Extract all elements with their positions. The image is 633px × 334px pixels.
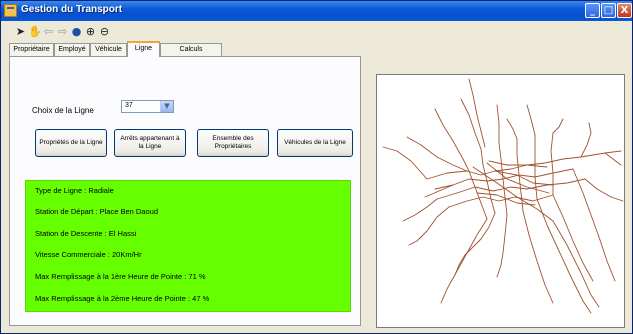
map-road [526,104,536,136]
zoom-out-icon[interactable]: ⊖ [98,25,111,38]
line-select[interactable]: 37 ▼ [121,100,174,113]
window-title: Gestion du Transport [21,4,123,15]
arrival-station-text: Station de Descente : El Hassi [35,229,137,238]
map-road [536,198,592,314]
map-road [436,178,586,200]
peak2-fill-text: Max Remplissage à la 2ème Heure de Point… [35,294,210,303]
departure-station-text: Station de Départ : Place Ben Daoud [35,207,158,216]
tab-calculs[interactable]: Calculs [160,43,222,56]
map-road [572,168,616,282]
tab-employe[interactable]: Employé [54,43,90,56]
map-road [584,178,624,202]
pan-hand-icon[interactable]: ✋ [28,25,42,38]
chevron-down-icon[interactable]: ▼ [160,101,173,112]
line-choice-label: Choix de la Ligne [32,106,94,115]
close-button[interactable]: X [617,3,632,18]
map-road [382,146,428,180]
line-info-panel: Type de Ligne : Radiale Station de Dépar… [25,180,351,312]
map-road [440,218,488,304]
map-road [552,118,564,134]
line-properties-button[interactable]: Propriétés de la Ligne [35,129,107,157]
map-road [550,132,554,196]
road-network-map[interactable] [377,75,624,327]
select-arrow-icon[interactable]: ➤ [14,25,27,38]
map-view[interactable] [376,74,625,328]
map-road [496,214,508,278]
tab-vehicule[interactable]: Véhicule [90,43,127,56]
line-type-text: Type de Ligne : Radiale [35,186,114,195]
back-arrow-icon[interactable]: ⇦ [42,25,55,38]
tab-ligne[interactable]: Ligne [127,41,160,57]
title-bar[interactable]: Gestion du Transport _ □ X [1,1,632,21]
map-road [604,152,622,166]
map-road [406,136,468,172]
minimize-button[interactable]: _ [585,3,600,18]
ligne-tab-panel: Choix de la Ligne 37 ▼ Propriétés de la … [9,56,361,326]
maximize-button[interactable]: □ [601,3,616,18]
app-window: Gestion du Transport _ □ X ➤ ✋ ⇦ ⇨ ● ⊕ ⊖… [0,0,633,334]
app-icon [4,4,17,17]
commercial-speed-text: Vitesse Commerciale : 20Km/Hr [35,250,142,259]
map-road [468,78,486,148]
map-road [434,108,464,160]
map-road [506,118,518,140]
tab-proprietaire[interactable]: Propriétaire [9,43,54,56]
peak1-fill-text: Max Remplissage à la 1ère Heure de Point… [35,272,206,281]
zoom-in-icon[interactable]: ⊕ [84,25,97,38]
globe-icon[interactable]: ● [70,25,83,38]
map-road [522,210,554,304]
line-stops-button[interactable]: Arrêts appartenant à la Ligne [114,129,186,157]
owners-button[interactable]: Ensemble des Propriétaires [197,129,269,157]
map-road [408,206,450,246]
map-road [552,194,594,282]
map-road [496,104,500,144]
line-vehicles-button[interactable]: Véhicules de la Ligne [277,129,353,157]
forward-arrow-icon[interactable]: ⇨ [56,25,69,38]
map-road [460,98,482,150]
map-road [580,122,592,158]
map-road [402,198,438,222]
map-road [552,220,600,308]
line-select-value: 37 [125,102,133,109]
